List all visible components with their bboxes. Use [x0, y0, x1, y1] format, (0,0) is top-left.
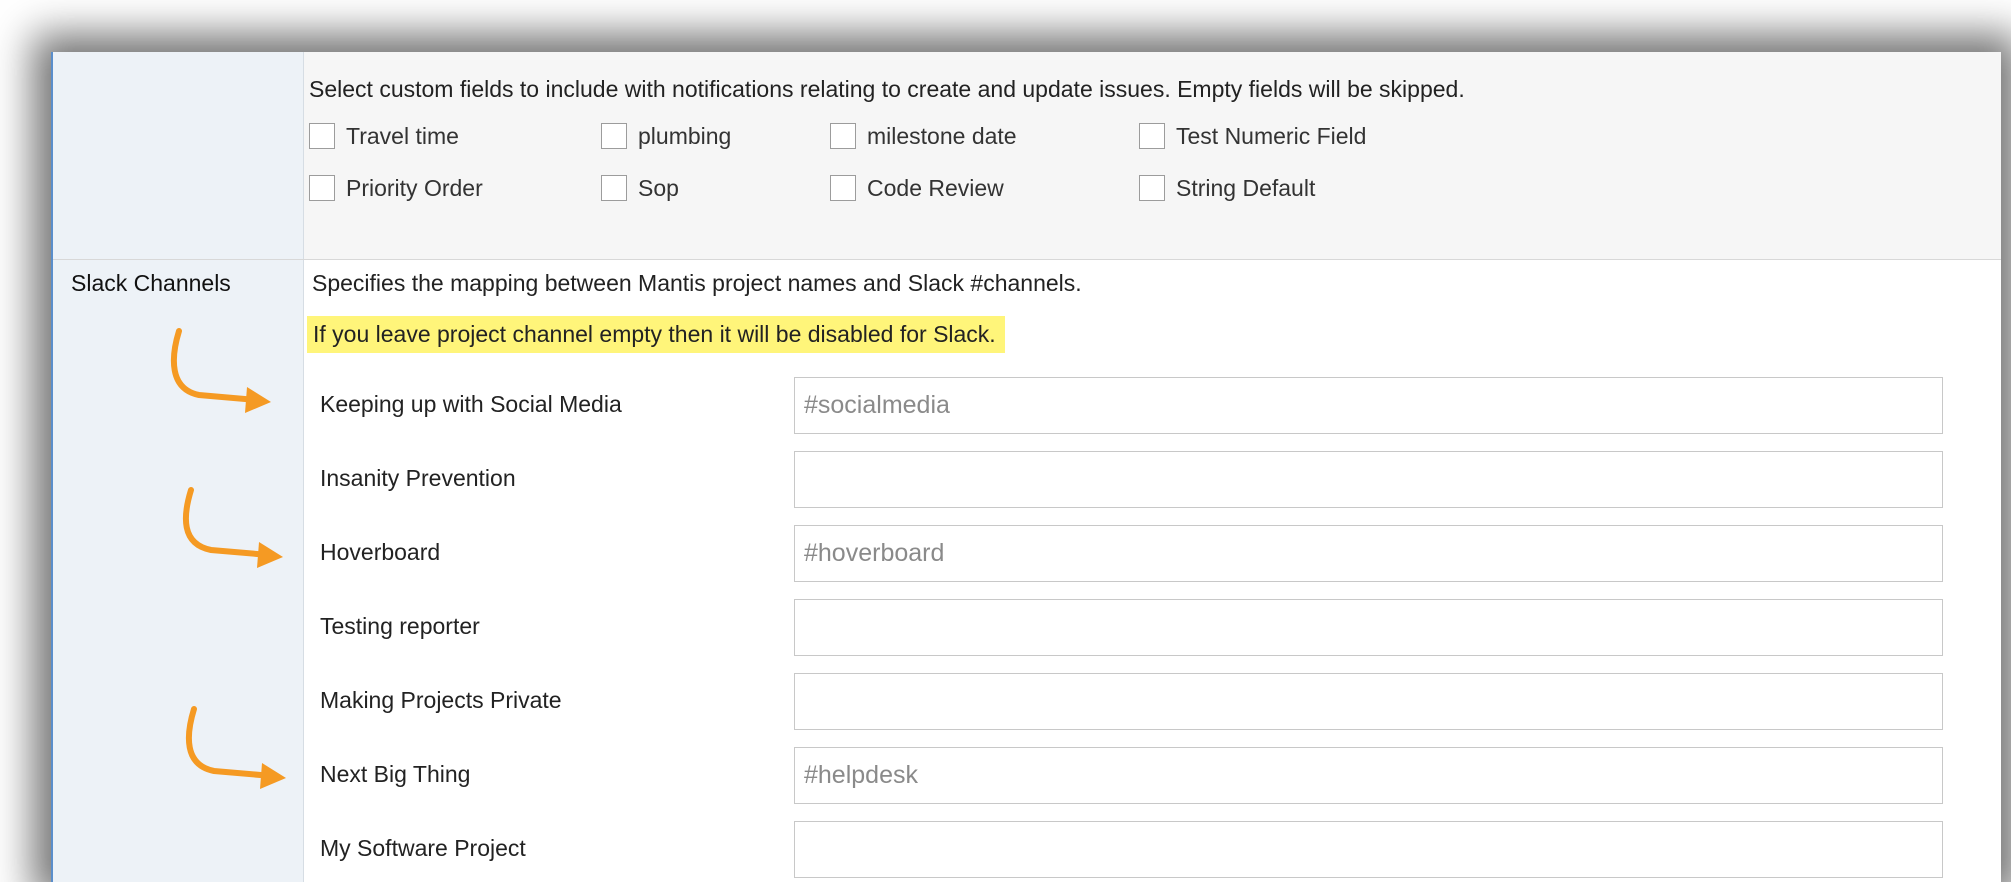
channel-input-making-projects-private[interactable]	[794, 673, 1943, 730]
project-name-insanity-prevention: Insanity Prevention	[320, 465, 516, 491]
checkbox[interactable]	[1139, 175, 1165, 201]
custom-field-label: Sop	[638, 174, 679, 201]
curved-arrow-right-icon	[170, 328, 271, 413]
channel-input-insanity-prevention[interactable]	[794, 451, 1943, 508]
custom-field-option-test-numeric-field[interactable]: Test Numeric Field	[1139, 120, 1366, 152]
custom-field-option-travel-time[interactable]: Travel time	[309, 120, 459, 152]
custom-field-option-sop[interactable]: Sop	[601, 172, 679, 204]
slack-channels-label: Slack Channels	[71, 270, 231, 296]
disabled-note-highlight: If you leave project channel empty then …	[307, 316, 1005, 353]
channel-input-next-big-thing[interactable]	[794, 747, 1943, 804]
custom-field-option-plumbing[interactable]: plumbing	[601, 120, 731, 152]
custom-field-label: Travel time	[346, 122, 459, 149]
project-name-next-big-thing: Next Big Thing	[320, 761, 471, 787]
project-name-testing-reporter: Testing reporter	[320, 613, 480, 639]
custom-field-label: plumbing	[638, 122, 732, 149]
custom-field-option-milestone-date[interactable]: milestone date	[830, 120, 1017, 152]
custom-field-option-string-default[interactable]: String Default	[1139, 172, 1315, 204]
config-panel: Select custom fields to include with not…	[51, 52, 2001, 882]
checkbox[interactable]	[830, 123, 856, 149]
project-name-making-projects-private: Making Projects Private	[320, 687, 562, 713]
project-name-social-media: Keeping up with Social Media	[320, 391, 622, 417]
project-name-my-software-project: My Software Project	[320, 835, 526, 861]
custom-field-option-code-review[interactable]: Code Review	[830, 172, 1004, 204]
checkbox[interactable]	[1139, 123, 1165, 149]
checkbox[interactable]	[309, 123, 335, 149]
channel-input-my-software-project[interactable]	[794, 821, 1943, 878]
curved-arrow-right-icon	[182, 487, 283, 568]
checkbox[interactable]	[309, 175, 335, 201]
left-border	[51, 52, 53, 882]
custom-fields-row: Select custom fields to include with not…	[53, 52, 2001, 260]
custom-field-label: Priority Order	[346, 174, 483, 201]
custom-fields-description: Select custom fields to include with not…	[309, 76, 1465, 102]
custom-field-option-priority-order[interactable]: Priority Order	[309, 172, 483, 204]
custom-field-label: Test Numeric Field	[1176, 122, 1367, 149]
custom-field-label: String Default	[1176, 174, 1316, 201]
channel-input-testing-reporter[interactable]	[794, 599, 1943, 656]
checkbox[interactable]	[601, 123, 627, 149]
custom-field-label: milestone date	[867, 122, 1017, 149]
checkbox[interactable]	[830, 175, 856, 201]
project-name-hoverboard: Hoverboard	[320, 539, 441, 565]
custom-fields-cell: Select custom fields to include with not…	[304, 52, 2001, 259]
curved-arrow-right-icon	[185, 706, 286, 789]
slack-channels-description: Specifies the mapping between Mantis pro…	[312, 270, 1082, 296]
channel-input-hoverboard[interactable]	[794, 525, 1943, 582]
checkbox[interactable]	[601, 175, 627, 201]
custom-field-label: Code Review	[867, 174, 1004, 201]
channel-input-social-media[interactable]	[794, 377, 1943, 434]
